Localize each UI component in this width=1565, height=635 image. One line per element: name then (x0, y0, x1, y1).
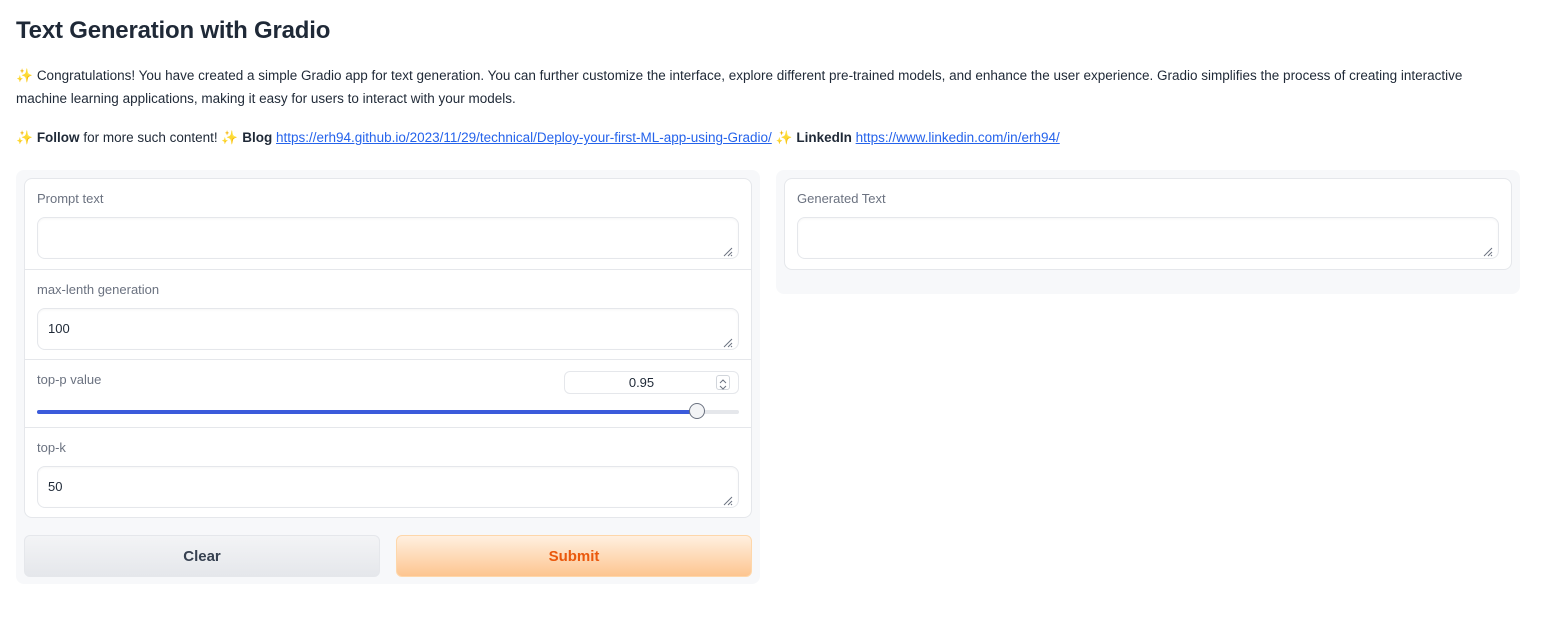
linkedin-label: LinkedIn (796, 130, 852, 145)
max-length-textarea[interactable]: 100 (37, 308, 739, 350)
top-p-number-input[interactable]: 0.95 (564, 371, 739, 394)
top-k-textarea[interactable]: 50 (37, 466, 739, 508)
top-p-slider-fill (37, 410, 697, 414)
top-p-label: top-p value (37, 372, 102, 387)
blog-link[interactable]: https://erh94.github.io/2023/11/29/techn… (276, 130, 772, 145)
resize-handle-icon[interactable] (721, 494, 733, 506)
follow-label: Follow (36, 130, 80, 145)
resize-handle-icon[interactable] (721, 336, 733, 348)
clear-button[interactable]: Clear (24, 535, 380, 577)
blog-label: Blog (242, 130, 273, 145)
sparkles-icon: ✨ (16, 68, 33, 83)
linkedin-link[interactable]: https://www.linkedin.com/in/erh94/ (856, 130, 1060, 145)
top-p-number-value: 0.95 (628, 375, 655, 390)
output-form: Generated Text (784, 178, 1512, 270)
input-form: Prompt text max-lenth generation 100 top… (24, 178, 752, 518)
top-p-slider-thumb[interactable] (688, 403, 705, 419)
output-column: Generated Text (776, 170, 1520, 294)
sparkles-icon: ✨ (775, 130, 793, 145)
output-label: Generated Text (797, 191, 886, 206)
sparkles-icon: ✨ (221, 130, 239, 145)
resize-handle-icon[interactable] (1481, 245, 1493, 257)
spinner-icon[interactable] (716, 375, 730, 390)
prompt-textarea[interactable] (37, 217, 739, 259)
prompt-block: Prompt text (25, 179, 751, 270)
sparkles-icon: ✨ (16, 130, 33, 145)
submit-button[interactable]: Submit (396, 535, 752, 577)
output-textarea[interactable] (797, 217, 1499, 259)
top-p-slider-track[interactable] (37, 403, 739, 419)
input-column: Prompt text max-lenth generation 100 top… (16, 170, 760, 584)
top-k-label: top-k (37, 440, 66, 455)
page-title: Text Generation with Gradio (16, 17, 331, 44)
description-text: Congratulations! You have created a simp… (16, 68, 1463, 106)
max-length-block: max-lenth generation 100 (25, 270, 751, 360)
prompt-label: Prompt text (37, 191, 104, 206)
top-p-block: top-p value 0.95 (25, 360, 751, 428)
follow-line: ✨ Follow for more such content! ✨ Blog htt… (16, 126, 1060, 149)
follow-text: for more such content! (83, 130, 218, 145)
max-length-label: max-lenth generation (37, 282, 160, 297)
description: ✨ Congratulations! You have created a sim… (16, 64, 1506, 110)
top-k-block: top-k 50 (25, 428, 751, 517)
resize-handle-icon[interactable] (721, 245, 733, 257)
